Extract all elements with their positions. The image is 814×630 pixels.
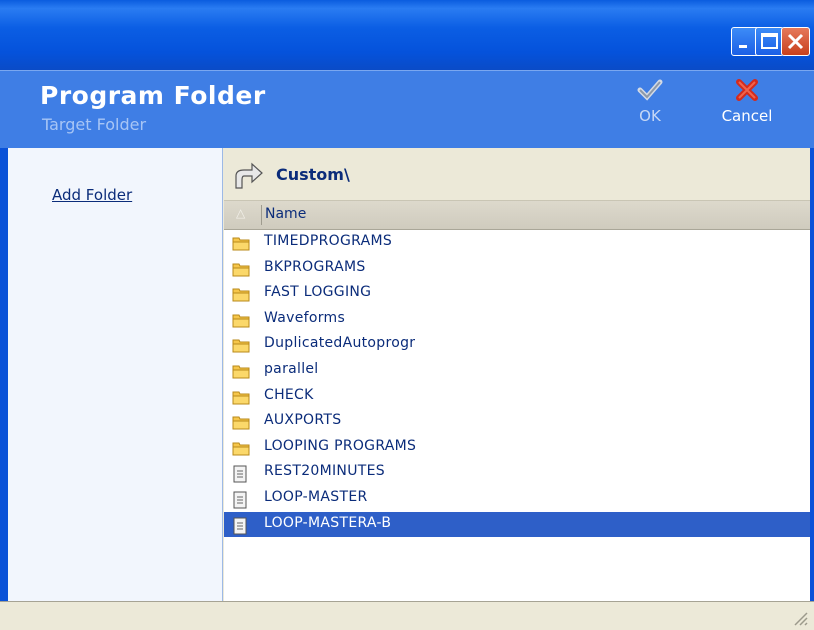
page-title: Program Folder — [40, 81, 266, 110]
folder-icon — [232, 414, 250, 434]
column-header-name[interactable]: △ Name — [224, 201, 810, 230]
page-subtitle: Target Folder — [42, 115, 147, 134]
list-item[interactable]: DuplicatedAutoprogr — [224, 332, 810, 357]
list-item-label: AUXPORTS — [264, 412, 342, 429]
list-item[interactable]: CHECK — [224, 384, 810, 409]
path-bar: Custom\ — [224, 148, 810, 201]
folder-list: △ Name TIMEDPROGRAMS BKPROGRAMS FAST LOGGI… — [224, 201, 810, 601]
list-item[interactable]: BKPROGRAMS — [224, 256, 810, 281]
list-item[interactable]: FAST LOGGING — [224, 281, 810, 306]
dialog-header: Program Folder Target Folder OK Cancel — [0, 70, 814, 148]
folder-icon — [232, 312, 250, 332]
list-item-label: LOOPING PROGRAMS — [264, 437, 417, 454]
ok-label: OK — [639, 107, 661, 125]
list-item-label: CHECK — [264, 386, 314, 403]
maximize-button[interactable] — [755, 27, 784, 56]
program-folder-dialog: Program Folder Target Folder OK Cancel A… — [0, 0, 814, 630]
folder-icon — [232, 286, 250, 306]
checkmark-icon — [637, 79, 663, 101]
list-item-label: LOOP-MASTERA-B — [264, 514, 392, 531]
resize-grip-icon[interactable] — [792, 610, 808, 626]
folder-icon — [232, 235, 250, 255]
title-bar[interactable] — [0, 0, 814, 70]
ok-button[interactable]: OK — [630, 79, 670, 125]
close-icon — [787, 33, 804, 50]
list-item[interactable]: REST20MINUTES — [224, 460, 810, 485]
folder-icon — [232, 261, 250, 281]
folder-icon — [232, 363, 250, 383]
column-header-label: Name — [265, 206, 307, 222]
close-button[interactable] — [781, 27, 810, 56]
cancel-button[interactable]: Cancel — [712, 79, 782, 125]
document-icon — [232, 465, 248, 487]
sort-indicator-icon: △ — [236, 206, 246, 220]
folder-icon — [232, 389, 250, 409]
current-path: Custom\ — [276, 165, 350, 184]
sidebar: Add Folder — [8, 148, 223, 601]
add-folder-link[interactable]: Add Folder — [52, 186, 132, 204]
list-item[interactable]: LOOP-MASTERA-B — [224, 511, 810, 539]
list-item[interactable]: LOOP-MASTER — [224, 486, 810, 511]
list-item-label: LOOP-MASTER — [264, 489, 368, 505]
list-item[interactable]: parallel — [224, 358, 810, 383]
folder-icon — [232, 440, 250, 460]
cancel-label: Cancel — [721, 107, 773, 125]
list-item[interactable]: LOOPING PROGRAMS — [224, 435, 810, 460]
document-icon — [232, 517, 248, 539]
window-frame-left — [0, 148, 8, 601]
list-item-label: DuplicatedAutoprogr — [264, 335, 416, 352]
list-item[interactable]: Waveforms — [224, 307, 810, 332]
up-folder-icon[interactable] — [232, 158, 268, 194]
document-icon — [232, 491, 248, 513]
list-item-label: REST20MINUTES — [264, 463, 385, 480]
list-item-label: FAST LOGGING — [264, 284, 372, 301]
list-item[interactable]: AUXPORTS — [224, 409, 810, 434]
window-frame-right — [810, 148, 814, 601]
list-item-label: Waveforms — [264, 309, 346, 326]
status-bar — [0, 601, 814, 630]
maximize-icon — [761, 33, 778, 49]
list-item-label: BKPROGRAMS — [264, 258, 366, 275]
folder-icon — [232, 337, 250, 357]
cancel-x-icon — [736, 79, 758, 101]
list-item[interactable]: TIMEDPROGRAMS — [224, 230, 810, 255]
column-divider — [261, 205, 262, 225]
list-item-label: parallel — [264, 361, 319, 377]
list-item-label: TIMEDPROGRAMS — [264, 233, 393, 249]
